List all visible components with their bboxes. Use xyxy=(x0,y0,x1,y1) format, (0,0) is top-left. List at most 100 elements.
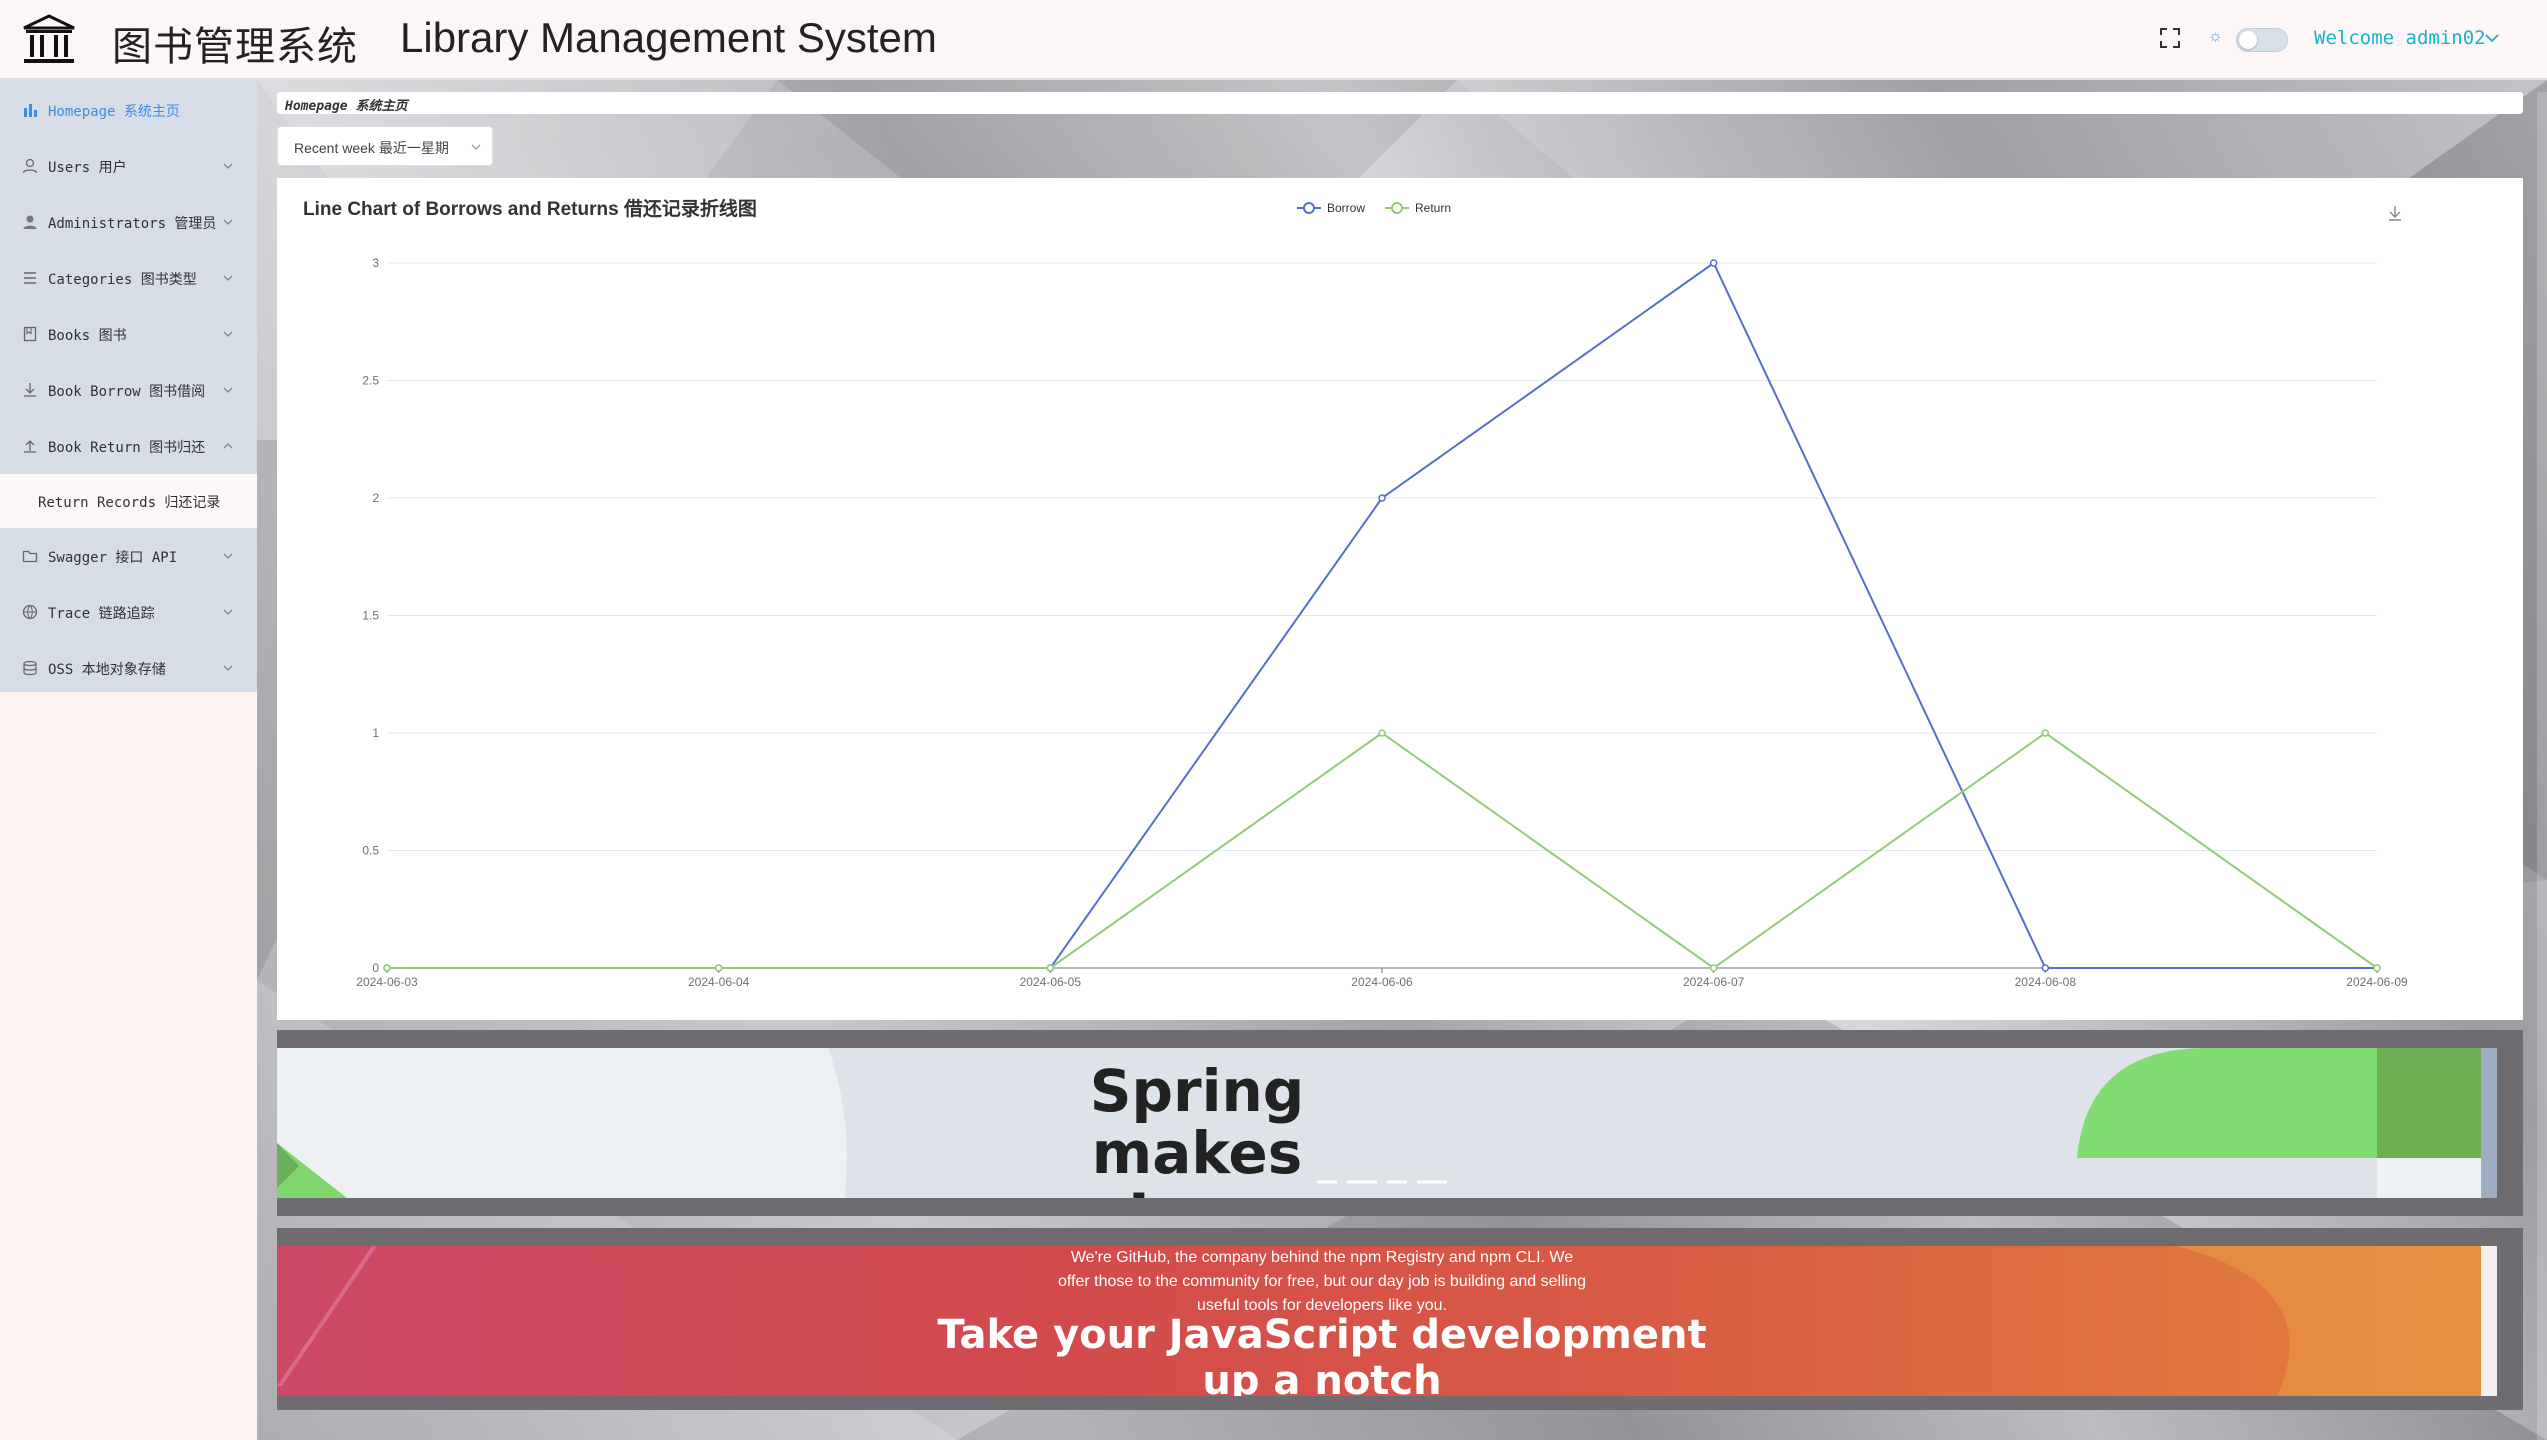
bar-chart-icon xyxy=(24,104,37,117)
npm-banner-title: Take your JavaScript development up a no… xyxy=(937,1312,1707,1396)
sidebar-item-label: OSS 本地对象存储 xyxy=(48,662,166,678)
sidebar-item-oss[interactable]: OSS 本地对象存储 xyxy=(0,640,257,696)
y-tick-label: 1 xyxy=(372,726,379,740)
chevron-down-icon xyxy=(223,553,233,559)
sidebar-item-books[interactable]: Books 图书 xyxy=(0,306,257,362)
legend-swatch-marker xyxy=(1391,202,1403,214)
download-icon[interactable] xyxy=(2389,206,2401,221)
sidebar-item-label: Books 图书 xyxy=(48,328,127,344)
chart-title: Line Chart of Borrows and Returns 借还记录折线… xyxy=(303,197,757,220)
data-point xyxy=(2041,729,2050,737)
user-icon xyxy=(22,158,38,174)
admin-icon xyxy=(23,215,37,229)
x-tick-label: 2024-06-07 xyxy=(1683,975,1745,989)
database-icon xyxy=(23,660,37,676)
sidebar-item-homepage[interactable]: Homepage 系统主页 xyxy=(0,82,257,138)
x-tick-label: 2024-06-03 xyxy=(356,975,418,989)
data-point xyxy=(1378,729,1386,737)
data-point xyxy=(1709,964,1718,972)
data-point xyxy=(1046,964,1055,972)
app-title-en: Library Management System xyxy=(400,14,937,61)
y-tick-label: 0 xyxy=(372,961,379,975)
y-tick-label: 2 xyxy=(372,491,379,505)
chevron-down-icon xyxy=(471,144,481,150)
data-point xyxy=(1378,494,1386,502)
sun-icon: ☼ xyxy=(2208,28,2223,45)
sidebar-subitem-label: Return Records 归还记录 xyxy=(38,495,221,511)
sidebar-item-label: Homepage 系统主页 xyxy=(48,104,180,120)
chevron-down-icon xyxy=(223,609,233,615)
sidebar-subitem-return-records[interactable]: Return Records 归还记录 xyxy=(0,474,257,528)
chevron-up-icon xyxy=(223,443,233,449)
top-header: 图书管理系统 Library Management System ☼ Welco… xyxy=(0,0,2547,80)
x-tick-label: 2024-06-05 xyxy=(1020,975,1082,989)
chevron-down-icon xyxy=(223,387,233,393)
legend-swatch-marker xyxy=(1303,202,1315,214)
spring-decoration xyxy=(277,1048,2497,1198)
chevron-down-icon xyxy=(223,331,233,337)
breadcrumb: Homepage 系统主页 xyxy=(277,92,2523,114)
breadcrumb-text[interactable]: Homepage 系统主页 xyxy=(285,95,407,114)
x-tick-label: 2024-06-06 xyxy=(1351,975,1413,989)
sidebar-item-administrators[interactable]: Administrators 管理员 xyxy=(0,194,257,250)
date-range-select[interactable]: Recent week 最近一星期 xyxy=(277,126,493,166)
y-tick-label: 0.5 xyxy=(362,844,379,858)
sidebar-item-swagger[interactable]: Swagger 接口 API xyxy=(0,528,257,584)
sidebar-item-categories[interactable]: Categories 图书类型 xyxy=(0,250,257,306)
y-tick-label: 3 xyxy=(372,256,379,270)
download-icon xyxy=(24,383,36,397)
chevron-down-icon xyxy=(223,163,233,169)
spring-banner[interactable]: Spring makes Java simple. xyxy=(277,1030,2523,1216)
y-tick-label: 1.5 xyxy=(362,609,379,623)
welcome-user-menu[interactable]: Welcome admin02 xyxy=(2314,27,2486,49)
list-icon xyxy=(24,272,36,284)
data-point xyxy=(1709,259,1718,267)
book-icon xyxy=(23,326,37,342)
legend-label: Borrow xyxy=(1327,201,1365,215)
data-point xyxy=(714,964,723,972)
fullscreen-icon[interactable] xyxy=(2158,26,2182,50)
sidebar-item-label: Administrators 管理员 xyxy=(48,216,217,232)
line-chart: Line Chart of Borrows and Returns 借还记录折线… xyxy=(303,197,2408,989)
sidebar-item-book-return[interactable]: Book Return 图书归还 xyxy=(0,418,257,474)
library-logo-icon xyxy=(23,14,75,63)
sidebar-item-label: Book Borrow 图书借阅 xyxy=(48,384,206,400)
sidebar-item-label: Categories 图书类型 xyxy=(48,272,197,288)
chevron-down-icon[interactable] xyxy=(2484,30,2500,46)
sidebar-item-label: Trace 链路追踪 xyxy=(48,606,155,622)
data-point xyxy=(2041,964,2050,972)
date-range-value: Recent week 最近一星期 xyxy=(294,140,449,156)
sidebar-item-label: Book Return 图书归还 xyxy=(48,440,206,456)
chevron-down-icon xyxy=(223,275,233,281)
x-tick-label: 2024-06-09 xyxy=(2346,975,2408,989)
globe-icon xyxy=(22,604,38,620)
theme-toggle[interactable] xyxy=(2236,28,2288,52)
npm-banner[interactable]: We're GitHub, the company behind the npm… xyxy=(277,1228,2523,1410)
chart-card: Line Chart of Borrows and Returns 借还记录折线… xyxy=(277,178,2523,1020)
spring-banner-title: Spring makes Java simple. xyxy=(1089,1057,1305,1198)
sidebar-item-users[interactable]: Users 用户 xyxy=(0,138,257,194)
x-tick-label: 2024-06-04 xyxy=(688,975,750,989)
upload-icon xyxy=(24,440,36,453)
sidebar-item-label: Users 用户 xyxy=(48,160,127,176)
toggle-knob xyxy=(2239,31,2257,49)
sidebar-item-trace[interactable]: Trace 链路追踪 xyxy=(0,584,257,640)
folder-icon xyxy=(22,550,38,563)
chevron-down-icon xyxy=(223,665,233,671)
npm-banner-text: We're GitHub, the company behind the npm… xyxy=(1057,1249,1586,1314)
app-title-cn: 图书管理系统 xyxy=(112,24,358,70)
sidebar-item-label: Swagger 接口 API xyxy=(48,550,178,566)
sidebar-menu: Homepage 系统主页 Users 用户 Administrators 管理… xyxy=(0,80,257,692)
data-point xyxy=(2373,964,2381,972)
spring-banner-image: Spring makes Java simple. xyxy=(277,1048,2497,1198)
npm-banner-image: We're GitHub, the company behind the npm… xyxy=(277,1246,2497,1396)
main-scrollbar[interactable] xyxy=(2537,92,2547,1440)
sidebar-item-book-borrow[interactable]: Book Borrow 图书借阅 xyxy=(0,362,257,418)
chevron-down-icon xyxy=(223,219,233,225)
y-tick-label: 2.5 xyxy=(362,374,379,388)
x-tick-label: 2024-06-08 xyxy=(2015,975,2077,989)
legend-label: Return xyxy=(1415,201,1451,215)
sidebar: Homepage 系统主页 Users 用户 Administrators 管理… xyxy=(0,80,257,1440)
main-content: Homepage 系统主页 Recent week 最近一星期 Line Cha… xyxy=(257,80,2547,1440)
data-point xyxy=(383,964,391,972)
